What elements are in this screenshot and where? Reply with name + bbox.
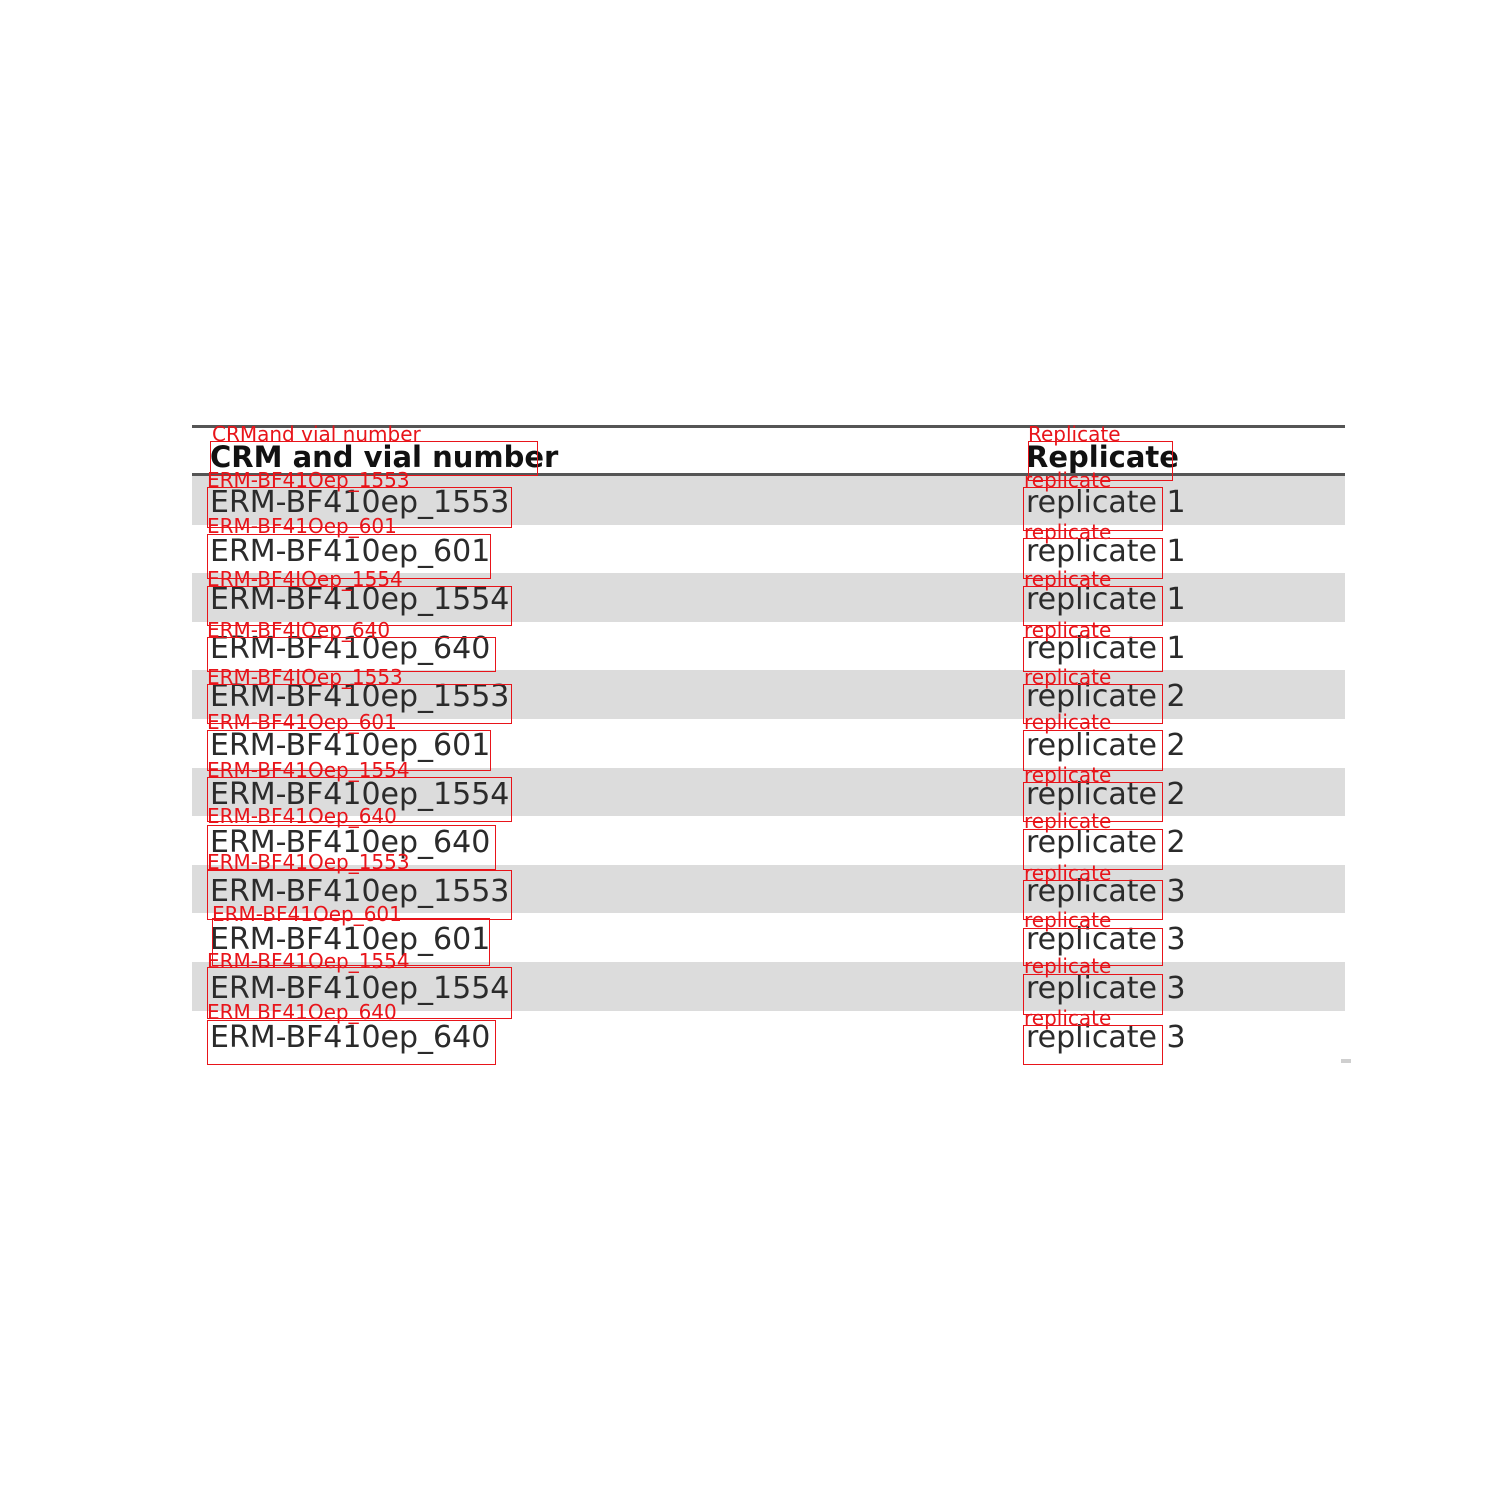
annotation-label: replicate: [1024, 520, 1112, 544]
annotation-label: replicate: [1024, 710, 1112, 734]
annotation-label: ERM BF41Oep_640: [207, 1000, 397, 1024]
annotation-label: ERM-BF41Oep_1553: [207, 850, 410, 874]
annotation-label: ERM-BF41Oep_601: [207, 710, 397, 734]
annotation-label: replicate: [1024, 861, 1112, 885]
annotation-label: replicate: [1024, 567, 1112, 591]
annotation-box: [1023, 1025, 1163, 1065]
annotation-label: replicate: [1024, 908, 1112, 932]
annotation-label: ERM-BF4IOep_1553: [207, 665, 403, 689]
annotation-label: Replicate: [1028, 422, 1121, 446]
annotation-label: ERM-BF41Oep_640: [207, 804, 397, 828]
annotation-label: replicate: [1024, 618, 1112, 642]
annotation-label: replicate: [1024, 809, 1112, 833]
annotation-label: replicate: [1024, 763, 1112, 787]
annotation-label: ERM-BF4IOep_1554: [207, 567, 403, 591]
annotation-label: CRMand vial number: [212, 422, 421, 446]
annotation-label: ERM-BF41Oep_1554: [207, 758, 410, 782]
annotation-label: ERM-BF41Oep_1554: [207, 949, 410, 973]
annotation-label: replicate: [1024, 665, 1112, 689]
annotation-label: replicate: [1024, 468, 1112, 492]
annotation-label: replicate: [1024, 954, 1112, 978]
annotation-label: ERM-BF41Oep_601: [207, 514, 397, 538]
annotation-label: ERM-BF41Oep_601: [212, 902, 402, 926]
annotation-label: ERM-BF41Oep_1553: [207, 468, 410, 492]
annotation-box: [207, 1020, 496, 1065]
annotation-label: ERM-BF4IOep_640: [207, 618, 391, 642]
scan-artifact: [1341, 1059, 1351, 1063]
annotation-label: replicate: [1024, 1006, 1112, 1030]
